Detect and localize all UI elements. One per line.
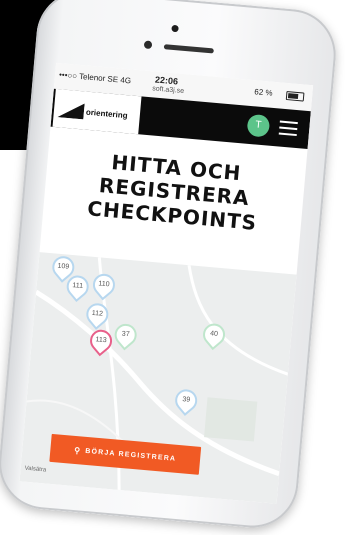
pin-label: 111 (72, 282, 84, 291)
pin-label: 40 (209, 330, 219, 338)
earpiece-speaker (163, 44, 214, 54)
site-logo[interactable]: orientering (52, 88, 142, 135)
pin-label: 112 (91, 309, 104, 318)
location-pin-icon: ⚲ (73, 445, 82, 455)
page-url: soft.a3j.se (151, 85, 185, 96)
sensor-dot (143, 40, 153, 50)
user-avatar[interactable]: T (246, 113, 271, 138)
camera-dot (171, 24, 179, 33)
pin-label: 113 (95, 336, 107, 345)
battery-icon (285, 91, 305, 102)
carrier-label: •••○○ Telenor SE 4G (58, 70, 132, 86)
start-register-label: BÖRJA REGISTRERA (84, 447, 177, 463)
pin-label: 109 (57, 262, 70, 271)
logo-triangle-icon (57, 103, 85, 120)
phone-frame: •••○○ Telenor SE 4G 22:06 soft.a3j.se 62… (0, 0, 340, 532)
hero-title: HITTA OCH REGISTRERA CHECKPOINTS (43, 145, 306, 239)
pin-label: 39 (182, 396, 191, 404)
menu-icon[interactable] (278, 120, 298, 137)
status-time: 22:06 (154, 74, 179, 87)
phone-screen: •••○○ Telenor SE 4G 22:06 soft.a3j.se 62… (19, 62, 314, 504)
pin-label: 110 (98, 280, 110, 289)
pin-label: 37 (121, 330, 130, 339)
battery-percent: 62 % (253, 87, 273, 98)
phone-mockup: •••○○ Telenor SE 4G 22:06 soft.a3j.se 62… (0, 0, 345, 535)
logo-text: orientering (85, 107, 128, 121)
